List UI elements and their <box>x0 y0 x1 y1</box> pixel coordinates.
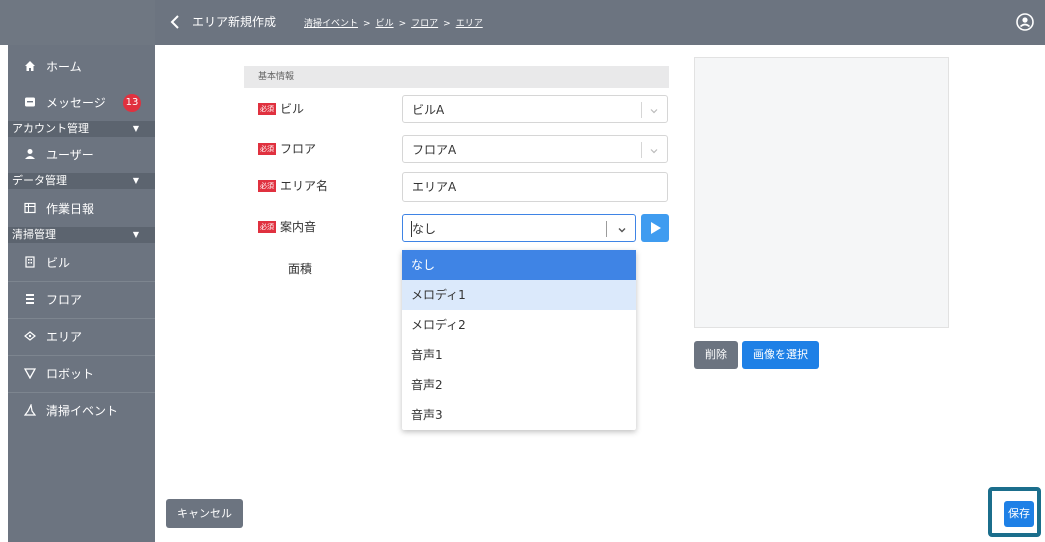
sidebar-item-label: ビル <box>46 256 71 270</box>
dropdown-option[interactable]: なし <box>402 250 636 280</box>
message-icon <box>24 96 38 110</box>
floor-icon <box>24 293 38 307</box>
sidebar-item-robot[interactable]: ロボット <box>8 356 155 392</box>
dropdown-option[interactable]: メロディ2 <box>402 310 636 340</box>
select-image-button[interactable]: 画像を選択 <box>742 341 819 369</box>
delete-image-button[interactable]: 削除 <box>694 341 738 369</box>
breadcrumb-link-cleaning-event[interactable]: 清掃イベント <box>304 19 358 29</box>
save-button[interactable]: 保存 <box>1004 501 1034 527</box>
user-account-icon[interactable] <box>1015 12 1035 32</box>
section-header-basic-info: 基本情報 <box>244 66 669 88</box>
guidance-sound-value: なし <box>412 222 437 236</box>
select-divider <box>641 142 642 158</box>
dropdown-option[interactable]: 音声1 <box>402 340 636 370</box>
area-size-label: 面積 <box>288 262 313 276</box>
user-icon <box>24 148 38 162</box>
required-badge: 必須 <box>258 221 276 233</box>
area-icon <box>24 330 38 344</box>
floor-label: フロア <box>280 142 317 156</box>
sidebar-item-home[interactable]: ホーム <box>8 49 155 85</box>
sidebar-item-label: 清掃イベント <box>46 404 119 418</box>
breadcrumb-link-building[interactable]: ビル <box>376 19 394 29</box>
breadcrumb: 清掃イベント > ビル > フロア > エリア <box>304 19 483 29</box>
select-divider <box>641 102 642 118</box>
caret-down-icon: ▼ <box>132 176 139 185</box>
sidebar-item-message[interactable]: メッセージ 13 <box>8 85 155 121</box>
sidebar-item-label: メッセージ <box>46 96 106 110</box>
sidebar-item-cleaning-event[interactable]: 清掃イベント <box>8 393 155 429</box>
required-badge: 必須 <box>258 143 276 155</box>
sidebar-group-account[interactable]: アカウント管理 ▼ <box>8 121 155 137</box>
sidebar-item-label: ロボット <box>46 367 95 381</box>
area-name-input[interactable]: エリアA <box>402 172 668 202</box>
building-icon <box>24 256 38 270</box>
cancel-button[interactable]: キャンセル <box>166 499 243 528</box>
dropdown-option[interactable]: メロディ1 <box>402 280 636 310</box>
building-select[interactable]: ビルA <box>402 95 668 123</box>
caret-down-icon: ▼ <box>132 230 139 239</box>
building-select-value: ビルA <box>412 103 445 117</box>
report-icon <box>24 202 38 216</box>
play-sound-button[interactable] <box>641 214 669 242</box>
required-badge: 必須 <box>258 180 276 192</box>
message-count-badge: 13 <box>123 94 141 112</box>
building-label: ビル <box>280 102 305 116</box>
home-icon <box>24 60 38 74</box>
sidebar-item-building[interactable]: ビル <box>8 245 155 281</box>
sidebar: ホーム メッセージ 13 アカウント管理 ▼ ユーザー データ管理 ▼ 作業日報… <box>8 45 155 542</box>
dropdown-option[interactable]: 音声2 <box>402 370 636 400</box>
sidebar-item-label: エリア <box>46 330 83 344</box>
chevron-down-icon <box>649 105 659 115</box>
guidance-sound-label: 案内音 <box>280 220 317 234</box>
robot-icon <box>23 367 38 381</box>
chevron-down-icon <box>649 145 659 155</box>
sidebar-group-data[interactable]: データ管理 ▼ <box>8 173 155 189</box>
sidebar-item-label: ユーザー <box>46 148 94 162</box>
play-icon <box>651 222 661 234</box>
sidebar-item-floor[interactable]: フロア <box>8 282 155 318</box>
cleaning-event-icon <box>23 403 38 418</box>
sidebar-item-area[interactable]: エリア <box>8 319 155 355</box>
breadcrumb-link-area[interactable]: エリア <box>456 19 483 29</box>
image-preview <box>694 57 949 328</box>
logo-area <box>0 0 155 45</box>
caret-down-icon: ▼ <box>132 124 139 133</box>
back-chevron-icon[interactable] <box>170 13 184 31</box>
guidance-sound-dropdown: なし メロディ1 メロディ2 音声1 音声2 音声3 <box>402 250 636 430</box>
page-title: エリア新規作成 <box>192 15 277 29</box>
floor-select-value: フロアA <box>412 143 457 157</box>
sidebar-group-cleaning[interactable]: 清掃管理 ▼ <box>8 227 155 243</box>
chevron-down-icon[interactable] <box>617 224 627 234</box>
required-badge: 必須 <box>258 103 276 115</box>
sidebar-item-label: ホーム <box>46 60 82 74</box>
breadcrumb-link-floor[interactable]: フロア <box>411 19 438 29</box>
sidebar-item-user[interactable]: ユーザー <box>8 137 155 173</box>
sidebar-item-label: フロア <box>46 293 83 307</box>
section-title: 基本情報 <box>258 72 295 82</box>
sidebar-item-label: 作業日報 <box>46 202 95 216</box>
area-name-value: エリアA <box>412 180 457 194</box>
dropdown-option[interactable]: 音声3 <box>402 400 636 430</box>
top-bar: エリア新規作成 清掃イベント > ビル > フロア > エリア <box>0 0 1045 45</box>
area-name-label: エリア名 <box>280 179 329 193</box>
select-divider <box>606 221 607 237</box>
sidebar-item-report[interactable]: 作業日報 <box>8 191 155 227</box>
guidance-sound-select[interactable]: なし <box>402 214 636 242</box>
floor-select[interactable]: フロアA <box>402 135 668 163</box>
